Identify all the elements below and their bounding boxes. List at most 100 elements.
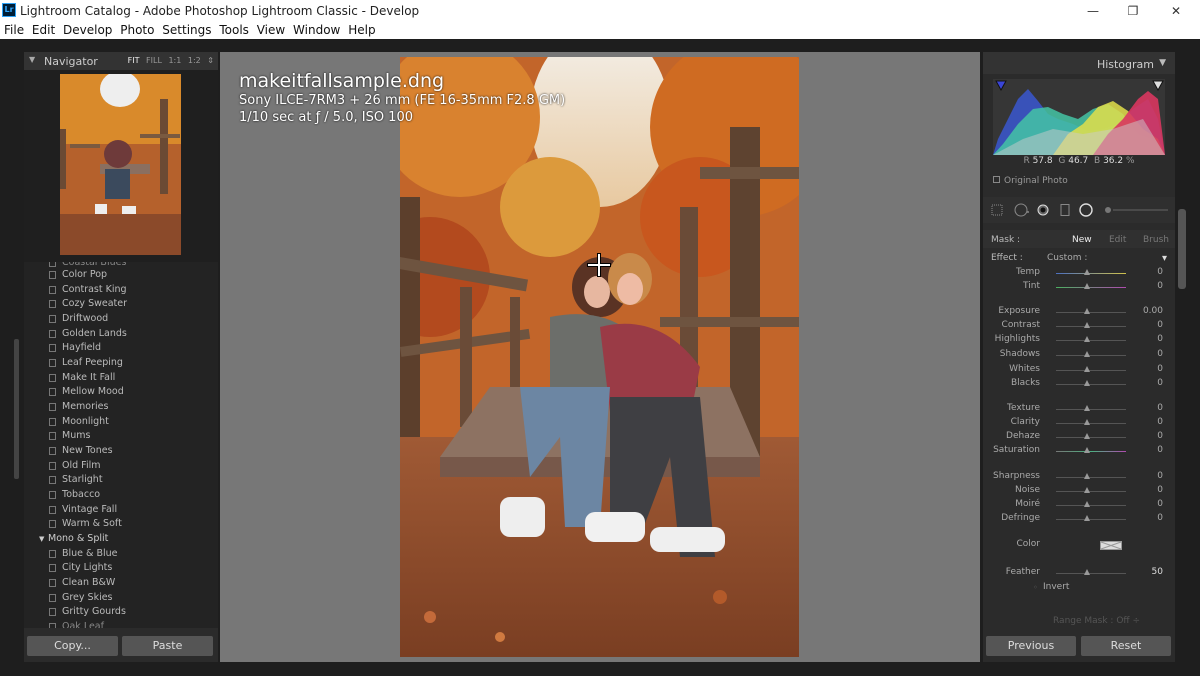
- copy-button[interactable]: Copy...: [27, 636, 118, 656]
- preset-item[interactable]: Contrast King: [24, 283, 218, 297]
- slider-feather[interactable]: Feather 50: [983, 567, 1175, 581]
- close-button[interactable]: ✕: [1156, 2, 1196, 20]
- preset-item[interactable]: City Lights: [24, 561, 218, 575]
- slider-sharpness[interactable]: Sharpness 0: [983, 471, 1175, 485]
- slider-highlights[interactable]: Highlights 0: [983, 334, 1175, 348]
- histogram-header[interactable]: Histogram ▼: [983, 52, 1175, 74]
- menu-photo[interactable]: Photo: [120, 22, 154, 39]
- menu-window[interactable]: Window: [293, 22, 340, 39]
- effect-preset-select[interactable]: Custom :: [1047, 253, 1087, 263]
- paste-button[interactable]: Paste: [122, 636, 213, 656]
- preset-item[interactable]: Driftwood: [24, 312, 218, 326]
- slider-contrast[interactable]: Contrast 0: [983, 320, 1175, 334]
- menu-file[interactable]: File: [4, 22, 24, 39]
- histogram-graph[interactable]: [993, 79, 1165, 155]
- slider-thumb[interactable]: [1084, 308, 1090, 314]
- preset-item[interactable]: Old Film: [24, 459, 218, 473]
- invert-row[interactable]: ◦ Invert: [983, 582, 1175, 596]
- slider-thumb[interactable]: [1084, 515, 1090, 521]
- slider-tint[interactable]: Tint 0: [983, 281, 1175, 295]
- slider-thumb[interactable]: [1084, 501, 1090, 507]
- menu-edit[interactable]: Edit: [32, 22, 55, 39]
- slider-whites[interactable]: Whites 0: [983, 364, 1175, 378]
- right-panel-scrollbar[interactable]: [1178, 209, 1186, 289]
- slider-thumb[interactable]: [1084, 366, 1090, 372]
- zoom-more-icon[interactable]: ⇕: [207, 56, 214, 65]
- reset-button[interactable]: Reset: [1081, 636, 1171, 656]
- preset-item[interactable]: Cozy Sweater: [24, 297, 218, 311]
- slider-thumb[interactable]: [1084, 569, 1090, 575]
- invert-checkbox[interactable]: ◦: [1033, 583, 1038, 592]
- preset-item[interactable]: Color Pop: [24, 268, 218, 282]
- original-photo-toggle[interactable]: Original Photo: [993, 176, 1068, 186]
- preset-item[interactable]: Moonlight: [24, 415, 218, 429]
- navigator-thumbnail[interactable]: [60, 74, 181, 255]
- slider-clarity[interactable]: Clarity 0: [983, 417, 1175, 431]
- slider-moire[interactable]: Moiré 0: [983, 499, 1175, 513]
- slider-temp[interactable]: Temp 0: [983, 267, 1175, 281]
- left-panel-toggle[interactable]: [14, 339, 19, 479]
- preset-item[interactable]: Memories: [24, 400, 218, 414]
- effect-dropdown-icon[interactable]: ▾: [1162, 253, 1167, 264]
- slider-thumb[interactable]: [1084, 269, 1090, 275]
- menu-develop[interactable]: Develop: [63, 22, 112, 39]
- preset-partial-bottom[interactable]: Oak Leaf: [24, 620, 218, 628]
- image-canvas[interactable]: makeitfallsample.dng Sony ILCE-7RM3 + 26…: [220, 52, 980, 662]
- red-eye-icon[interactable]: [1037, 204, 1049, 216]
- preset-item[interactable]: Hayfield: [24, 341, 218, 355]
- slider-thumb[interactable]: [1084, 380, 1090, 386]
- slider-blacks[interactable]: Blacks 0: [983, 378, 1175, 392]
- menu-tools[interactable]: Tools: [219, 22, 249, 39]
- preset-item[interactable]: Make It Fall: [24, 371, 218, 385]
- preset-item[interactable]: Leaf Peeping: [24, 356, 218, 370]
- mask-brush-tab[interactable]: Brush: [1143, 235, 1169, 245]
- preset-item[interactable]: Warm & Soft: [24, 517, 218, 531]
- mask-new-tab[interactable]: New: [1072, 235, 1092, 245]
- preset-group-mono-split[interactable]: ▼ Mono & Split: [24, 532, 218, 546]
- presets-list[interactable]: Coastal Blues Color Pop Contrast King Co…: [24, 262, 218, 628]
- zoom-1-1[interactable]: 1:1: [168, 56, 181, 65]
- preset-item[interactable]: Mellow Mood: [24, 385, 218, 399]
- navigator-header[interactable]: ▼ Navigator FIT FILL 1:1 1:2 ⇕: [24, 52, 218, 70]
- slider-thumb[interactable]: [1084, 419, 1090, 425]
- main-photo[interactable]: [400, 57, 799, 657]
- slider-thumb[interactable]: [1084, 405, 1090, 411]
- slider-thumb[interactable]: [1084, 283, 1090, 289]
- preset-item[interactable]: Vintage Fall: [24, 503, 218, 517]
- slider-thumb[interactable]: [1084, 351, 1090, 357]
- slider-defringe[interactable]: Defringe 0: [983, 513, 1175, 527]
- mask-edit-tab[interactable]: Edit: [1109, 235, 1126, 245]
- zoom-1-2[interactable]: 1:2: [188, 56, 201, 65]
- radial-filter-icon[interactable]: [1079, 203, 1093, 217]
- zoom-fill[interactable]: FILL: [146, 56, 162, 65]
- menu-view[interactable]: View: [257, 22, 285, 39]
- adjustment-brush-slider-icon[interactable]: [1103, 204, 1169, 216]
- preset-item[interactable]: New Tones: [24, 444, 218, 458]
- color-swatch-icon[interactable]: [1100, 541, 1122, 550]
- slider-thumb[interactable]: [1084, 322, 1090, 328]
- crop-overlay-icon[interactable]: [991, 204, 1003, 216]
- spot-removal-icon[interactable]: [1013, 202, 1029, 218]
- preset-item[interactable]: Grey Skies: [24, 591, 218, 605]
- preset-item[interactable]: Starlight: [24, 473, 218, 487]
- menu-settings[interactable]: Settings: [162, 22, 211, 39]
- preset-item[interactable]: Mums: [24, 429, 218, 443]
- checkbox[interactable]: [993, 176, 1000, 183]
- slider-thumb[interactable]: [1084, 487, 1090, 493]
- graduated-filter-icon[interactable]: [1059, 204, 1071, 216]
- maximize-button[interactable]: ❐: [1113, 2, 1153, 20]
- slider-thumb[interactable]: [1084, 447, 1090, 453]
- zoom-fit[interactable]: FIT: [128, 56, 140, 65]
- slider-thumb[interactable]: [1084, 336, 1090, 342]
- minimize-button[interactable]: —: [1073, 2, 1113, 20]
- preset-item[interactable]: Clean B&W: [24, 576, 218, 590]
- menu-help[interactable]: Help: [348, 22, 375, 39]
- slider-dehaze[interactable]: Dehaze 0: [983, 431, 1175, 445]
- preset-item[interactable]: Golden Lands: [24, 327, 218, 341]
- preset-item[interactable]: Tobacco: [24, 488, 218, 502]
- previous-button[interactable]: Previous: [986, 636, 1076, 656]
- slider-thumb[interactable]: [1084, 433, 1090, 439]
- slider-shadows[interactable]: Shadows 0: [983, 349, 1175, 363]
- slider-texture[interactable]: Texture 0: [983, 403, 1175, 417]
- slider-noise[interactable]: Noise 0: [983, 485, 1175, 499]
